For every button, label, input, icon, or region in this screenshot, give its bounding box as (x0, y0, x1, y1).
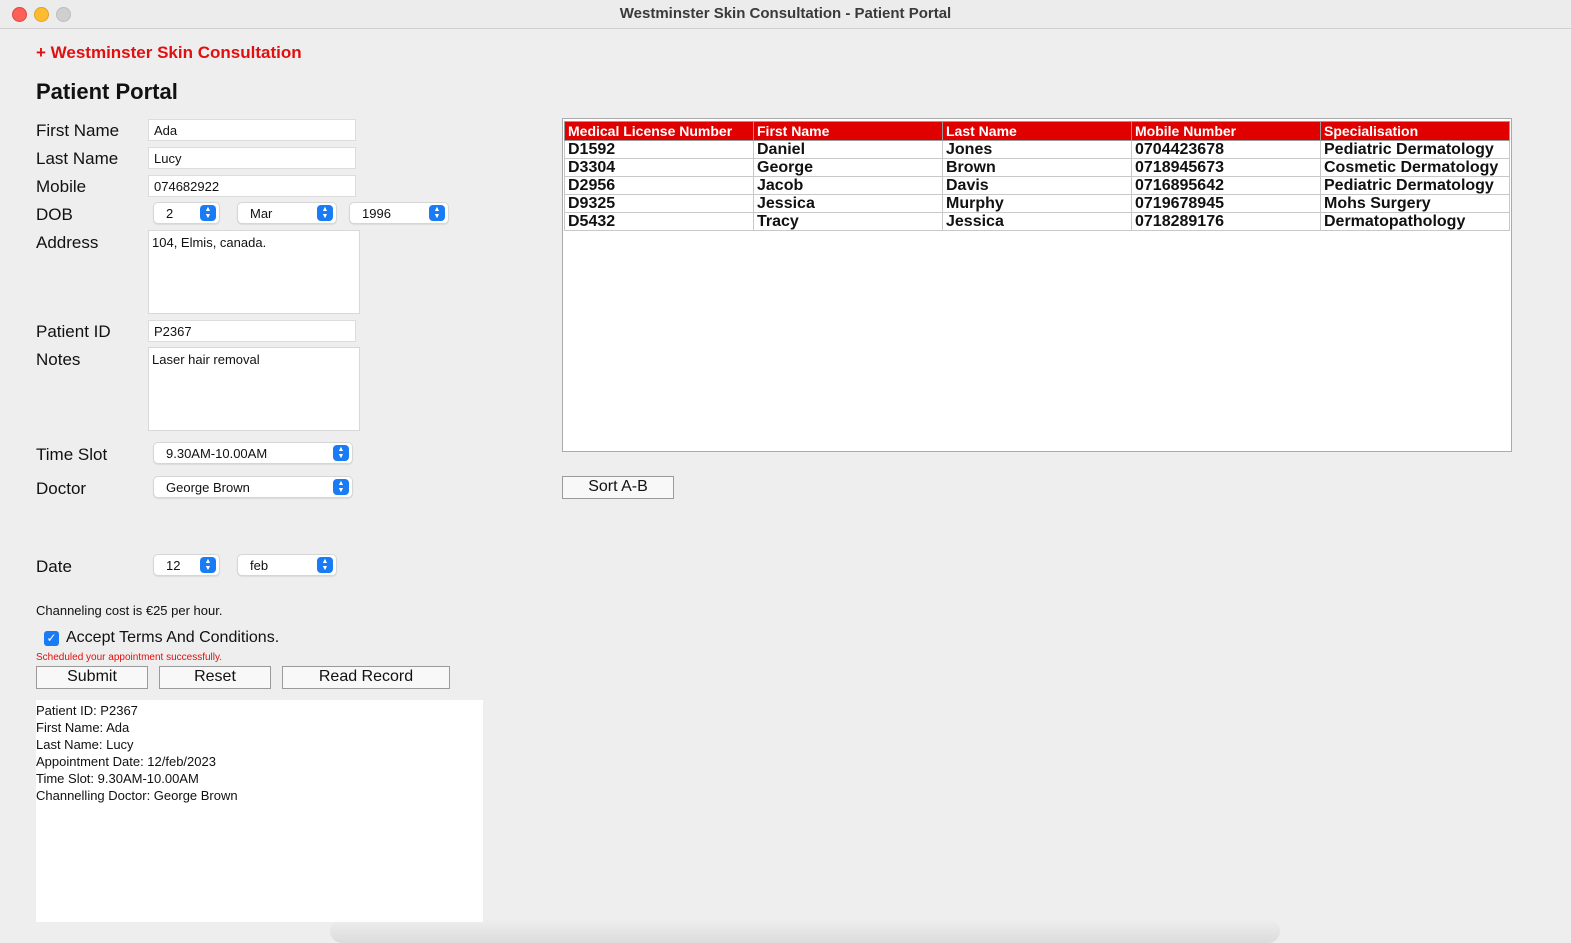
submit-button[interactable]: Submit (36, 666, 148, 689)
dob-year-select[interactable]: 1996 ▲ ▼ (349, 202, 449, 224)
dob-year-value: 1996 (362, 206, 391, 221)
patient-id-field[interactable]: P2367 (148, 320, 356, 342)
column-header[interactable]: First Name (753, 121, 943, 141)
cost-info-text: Channeling cost is €25 per hour. (36, 603, 223, 618)
column-header[interactable]: Last Name (942, 121, 1132, 141)
date-day-select[interactable]: 12 ▲ ▼ (153, 554, 220, 576)
table-cell: 0718289176 (1131, 212, 1321, 231)
last-name-field[interactable]: Lucy (148, 147, 356, 169)
table-cell: D5432 (564, 212, 754, 231)
mobile-label: Mobile (36, 177, 87, 196)
record-line: Last Name: Lucy (36, 737, 134, 752)
table-row[interactable]: D9325 Jessica Murphy 0719678945 Mohs Sur… (564, 194, 1510, 213)
table-cell: D3304 (564, 158, 754, 177)
table-cell: Jessica (942, 212, 1132, 231)
date-day-value: 12 (166, 558, 181, 573)
dob-month-value: Mar (250, 206, 273, 221)
status-message: Scheduled your appointment successfully. (36, 652, 223, 663)
table-row[interactable]: D1592 Daniel Jones 0704423678 Pediatric … (564, 140, 1510, 159)
notes-textarea[interactable]: Laser hair removal (148, 347, 360, 431)
mobile-field[interactable]: 074682922 (148, 175, 356, 197)
reset-button[interactable]: Reset (159, 666, 271, 689)
table-cell: Dermatopathology (1320, 212, 1510, 231)
sort-button[interactable]: Sort A-B (562, 476, 674, 499)
table-row[interactable]: D2956 Jacob Davis 0716895642 Pediatric D… (564, 176, 1510, 195)
table-cell: Brown (942, 158, 1132, 177)
table-cell: D9325 (564, 194, 754, 213)
table-row[interactable]: D3304 George Brown 0718945673 Cosmetic D… (564, 158, 1510, 177)
column-header[interactable]: Mobile Number (1131, 121, 1321, 141)
date-month-value: feb (250, 558, 269, 573)
updown-chevron-icon: ▲ ▼ (317, 557, 333, 573)
table-cell: Cosmetic Dermatology (1320, 158, 1510, 177)
doctor-table-container[interactable]: Medical License Number First Name Last N… (562, 118, 1512, 452)
patient-id-label: Patient ID (36, 322, 111, 341)
main-panel: + Westminster Skin Consultation Patient … (0, 29, 1571, 943)
doctor-table: Medical License Number First Name Last N… (564, 121, 1510, 231)
dob-month-select[interactable]: Mar ▲ ▼ (237, 202, 337, 224)
table-cell: D1592 (564, 140, 754, 159)
table-cell: Murphy (942, 194, 1132, 213)
last-name-label: Last Name (36, 149, 119, 168)
read-record-button[interactable]: Read Record (282, 666, 450, 689)
column-header[interactable]: Specialisation (1320, 121, 1510, 141)
dock-shadow (330, 919, 1280, 943)
page-title: Patient Portal (36, 79, 178, 104)
table-cell: Pediatric Dermatology (1320, 140, 1510, 159)
table-cell: Davis (942, 176, 1132, 195)
table-cell: 0718945673 (1131, 158, 1321, 177)
notes-label: Notes (36, 350, 81, 369)
first-name-label: First Name (36, 121, 120, 140)
column-header[interactable]: Medical License Number (564, 121, 754, 141)
table-cell: Pediatric Dermatology (1320, 176, 1510, 195)
address-label: Address (36, 233, 99, 252)
date-month-select[interactable]: feb ▲ ▼ (237, 554, 337, 576)
dob-day-select[interactable]: 2 ▲ ▼ (153, 202, 220, 224)
checkmark-icon: ✓ (46, 631, 57, 645)
record-line: Time Slot: 9.30AM-10.00AM (36, 771, 199, 786)
doctor-value: George Brown (166, 480, 250, 495)
record-line: Channelling Doctor: George Brown (36, 788, 238, 803)
table-cell: Daniel (753, 140, 943, 159)
dob-label: DOB (36, 205, 73, 224)
updown-chevron-icon: ▲ ▼ (200, 557, 216, 573)
date-label: Date (36, 557, 72, 576)
terms-label: Accept Terms And Conditions. (66, 629, 280, 646)
doctor-select[interactable]: George Brown ▲ ▼ (153, 476, 353, 498)
updown-chevron-icon: ▲ ▼ (317, 205, 333, 221)
updown-chevron-icon: ▲ ▼ (333, 479, 349, 495)
table-cell: Jones (942, 140, 1132, 159)
table-header-row: Medical License Number First Name Last N… (564, 121, 1510, 141)
window-titlebar: Westminster Skin Consultation - Patient … (0, 0, 1571, 29)
record-line: Patient ID: P2367 (36, 703, 138, 718)
time-slot-label: Time Slot (36, 445, 108, 464)
doctor-label: Doctor (36, 479, 87, 498)
window-title: Westminster Skin Consultation - Patient … (619, 5, 952, 22)
table-cell: 0704423678 (1131, 140, 1321, 159)
table-cell: 0719678945 (1131, 194, 1321, 213)
updown-chevron-icon: ▲ ▼ (429, 205, 445, 221)
table-cell: George (753, 158, 943, 177)
time-slot-value: 9.30AM-10.00AM (166, 446, 268, 461)
table-cell: Jacob (753, 176, 943, 195)
time-slot-select[interactable]: 9.30AM-10.00AM ▲ ▼ (153, 442, 353, 464)
table-cell: Mohs Surgery (1320, 194, 1510, 213)
table-cell: Tracy (753, 212, 943, 231)
table-cell: Jessica (753, 194, 943, 213)
brand-label: + Westminster Skin Consultation (36, 43, 302, 62)
table-cell: 0716895642 (1131, 176, 1321, 195)
table-cell: D2956 (564, 176, 754, 195)
record-output-area: Patient ID: P2367 First Name: Ada Last N… (36, 700, 483, 922)
address-textarea[interactable]: 104, Elmis, canada. (148, 230, 360, 314)
record-line: First Name: Ada (36, 720, 130, 735)
dob-day-value: 2 (166, 206, 174, 221)
updown-chevron-icon: ▲ ▼ (200, 205, 216, 221)
record-line: Appointment Date: 12/feb/2023 (36, 754, 216, 769)
terms-checkbox[interactable]: ✓ (44, 631, 59, 646)
table-row[interactable]: D5432 Tracy Jessica 0718289176 Dermatopa… (564, 212, 1510, 231)
updown-chevron-icon: ▲ ▼ (333, 445, 349, 461)
first-name-field[interactable]: Ada (148, 119, 356, 141)
